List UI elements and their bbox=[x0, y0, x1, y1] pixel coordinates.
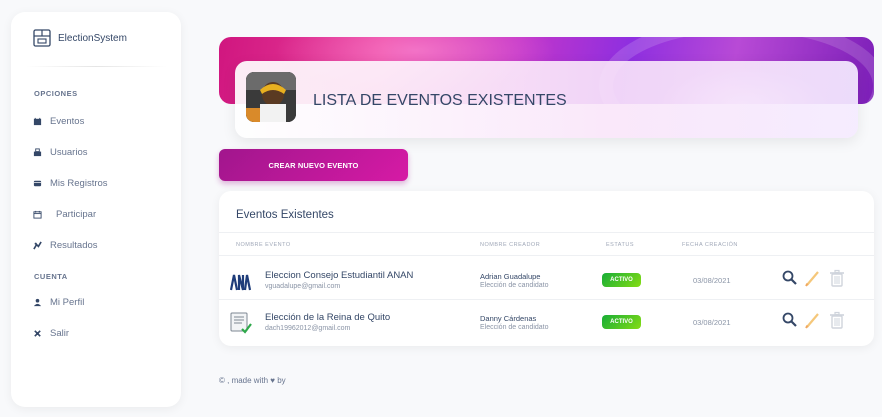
footer-text: © , made with ♥ by bbox=[219, 376, 286, 385]
section-cuenta: CUENTA bbox=[34, 272, 68, 281]
avatar-photo-icon bbox=[246, 72, 296, 122]
sidebar-item-label: Usuarios bbox=[50, 147, 88, 158]
sidebar-item-label: Mis Registros bbox=[50, 178, 108, 189]
sidebar-item-usuarios[interactable]: Usuarios bbox=[33, 147, 88, 158]
event-name: Eleccion Consejo Estudiantil ANAN bbox=[265, 270, 414, 281]
brand[interactable]: ElectionSystem bbox=[33, 29, 127, 47]
chart-icon bbox=[33, 241, 42, 250]
column-header-creator: NOMBRE CREADOR bbox=[480, 242, 541, 248]
sidebar-item-resultados[interactable]: Resultados bbox=[33, 240, 98, 251]
event-name: Elección de la Reina de Quito bbox=[265, 312, 391, 323]
event-email: vguadalupe@gmail.com bbox=[265, 283, 341, 290]
sidebar: ElectionSystem OPCIONES Eventos Usuarios… bbox=[11, 12, 181, 407]
avatar bbox=[246, 72, 296, 122]
brand-name: ElectionSystem bbox=[58, 32, 127, 44]
sidebar-item-participar[interactable]: Participar bbox=[33, 209, 96, 220]
divider bbox=[219, 299, 874, 300]
card-title: Eventos Existentes bbox=[236, 209, 334, 221]
status-badge: ACTIVO bbox=[602, 273, 641, 287]
calendar-icon bbox=[33, 117, 42, 126]
events-table-card: Eventos Existentes NOMBRE EVENTO NOMBRE … bbox=[219, 191, 874, 346]
created-date: 03/08/2021 bbox=[693, 318, 731, 327]
table-row: Elección de la Reina de Quito dach199620… bbox=[219, 308, 874, 340]
divider bbox=[25, 66, 167, 67]
event-email: dach19962012@gmail.com bbox=[265, 325, 351, 332]
edit-pencil-icon[interactable] bbox=[803, 310, 823, 330]
sidebar-item-mis-registros[interactable]: Mis Registros bbox=[33, 178, 108, 189]
creator-name: Danny Cárdenas bbox=[480, 314, 537, 323]
title-card: LISTA DE EVENTOS EXISTENTES bbox=[235, 61, 858, 138]
ballot-event-icon bbox=[230, 312, 252, 334]
column-header-event-name: NOMBRE EVENTO bbox=[236, 242, 291, 248]
sidebar-item-label: Participar bbox=[56, 209, 97, 220]
sidebar-item-label: Salir bbox=[50, 328, 70, 339]
divider bbox=[219, 232, 874, 233]
trash-icon[interactable] bbox=[827, 310, 847, 330]
profile-icon bbox=[33, 298, 42, 307]
creator-subtitle: Elección de candidato bbox=[480, 282, 549, 289]
logout-icon bbox=[34, 330, 41, 337]
page-title: LISTA DE EVENTOS EXISTENTES bbox=[313, 92, 567, 109]
users-icon bbox=[33, 148, 42, 157]
sidebar-item-label: Eventos bbox=[50, 116, 85, 127]
trash-icon[interactable] bbox=[827, 268, 847, 288]
calendar-check-icon bbox=[33, 210, 42, 219]
create-event-button[interactable]: CREAR NUEVO EVENTO bbox=[219, 149, 408, 181]
search-icon[interactable] bbox=[780, 268, 800, 288]
created-date: 03/08/2021 bbox=[693, 276, 731, 285]
sidebar-item-salir[interactable]: Salir bbox=[33, 328, 69, 339]
table-row: Eleccion Consejo Estudiantil ANAN vguada… bbox=[219, 266, 874, 298]
sidebar-item-label: Resultados bbox=[50, 240, 98, 251]
divider bbox=[219, 255, 874, 256]
sidebar-item-label: Mi Perfil bbox=[50, 297, 85, 308]
edit-pencil-icon[interactable] bbox=[803, 268, 823, 288]
election-system-logo-icon bbox=[33, 29, 51, 47]
column-header-date: FECHA CREACIÓN bbox=[682, 242, 738, 248]
search-icon[interactable] bbox=[780, 310, 800, 330]
sidebar-item-mi-perfil[interactable]: Mi Perfil bbox=[33, 297, 84, 308]
status-badge: ACTIVO bbox=[602, 315, 641, 329]
sidebar-item-eventos[interactable]: Eventos bbox=[33, 116, 84, 127]
registry-icon bbox=[33, 180, 42, 187]
column-header-status: ESTATUS bbox=[606, 242, 635, 248]
creator-name: Adrian Guadalupe bbox=[480, 272, 541, 281]
creator-subtitle: Elección de candidato bbox=[480, 324, 549, 331]
section-opciones: OPCIONES bbox=[34, 89, 78, 98]
anan-event-logo-icon bbox=[230, 270, 252, 292]
